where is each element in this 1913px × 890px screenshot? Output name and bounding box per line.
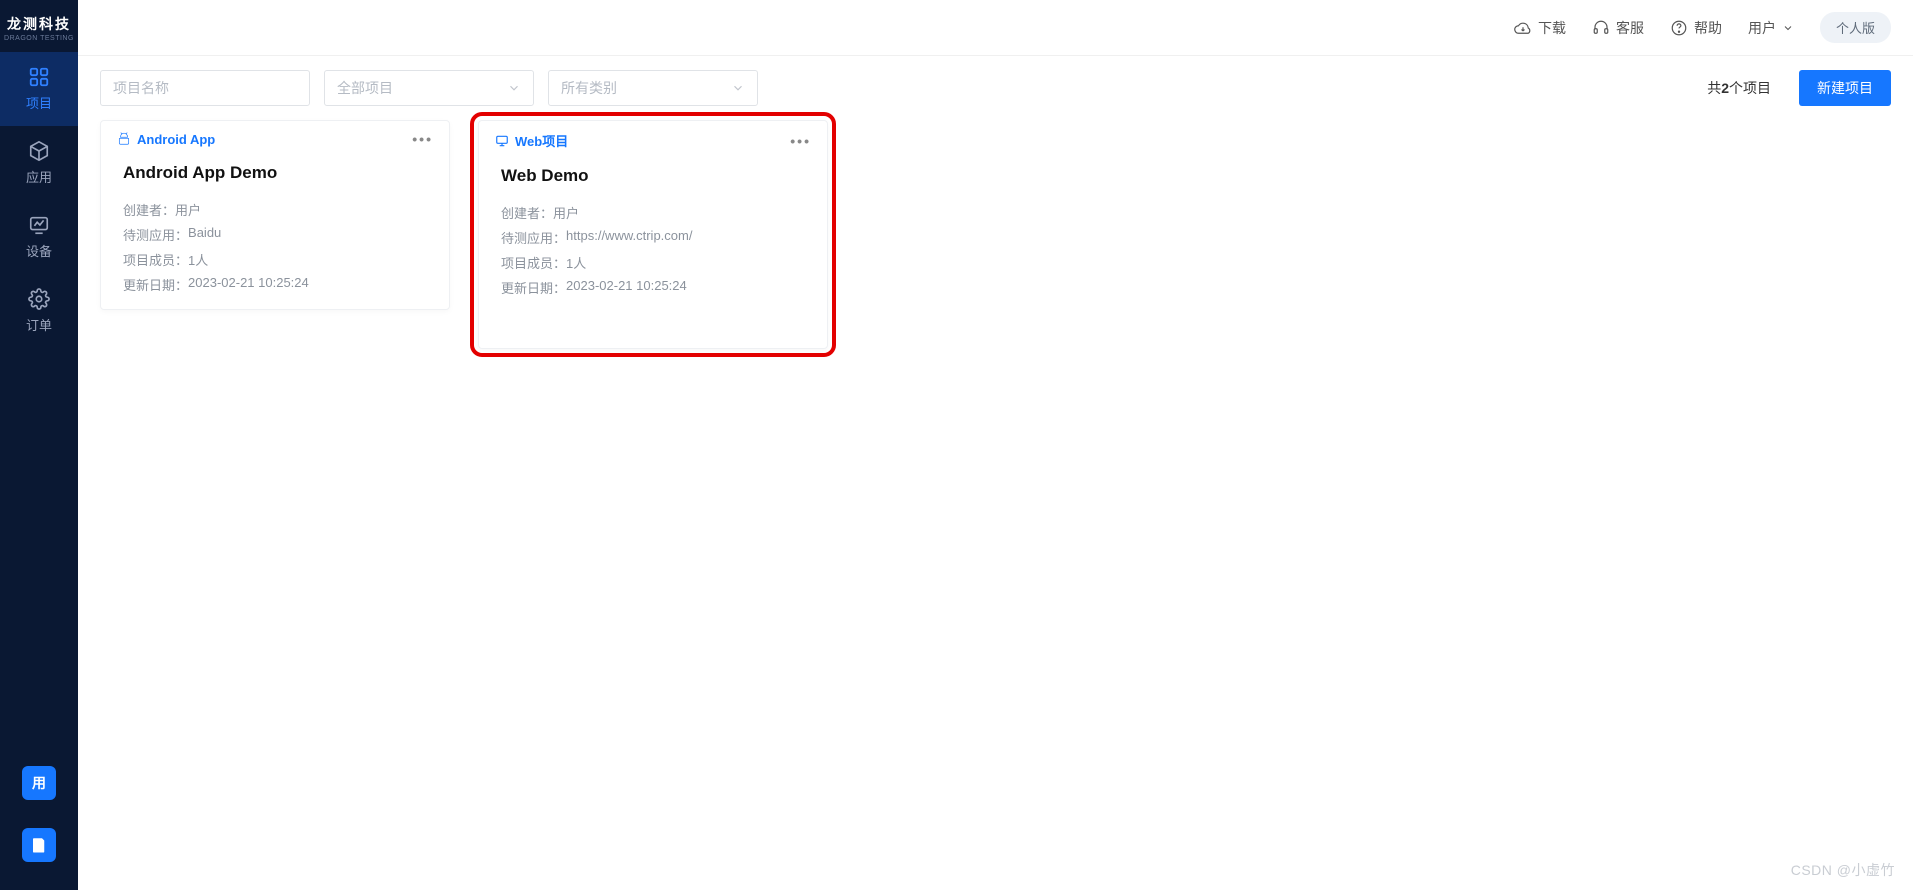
members-label: 项目成员 <box>123 250 188 269</box>
project-title: Android App Demo <box>101 155 449 197</box>
sidebar: 龙测科技 DRAGON TESTING 项目 应用 设备 订单 用 <box>0 0 78 890</box>
sidebar-item-label: 应用 <box>26 170 52 185</box>
count-value: 2 <box>1721 80 1729 96</box>
sidebar-item-apps[interactable]: 应用 <box>0 126 78 200</box>
header-user-label: 用户 <box>1748 18 1776 38</box>
project-card[interactable]: Web项目 ••• Web Demo 创建者用户 待测应用https://www… <box>478 120 828 349</box>
project-filter-value: 全部项目 <box>337 78 393 98</box>
header-help[interactable]: 帮助 <box>1670 18 1722 38</box>
search-input[interactable] <box>100 70 310 106</box>
watermark: CSDN @小虚竹 <box>1791 860 1895 880</box>
cards-container: Android App ••• Android App Demo 创建者用户 待… <box>78 120 1913 349</box>
creator-value: 用户 <box>553 203 579 222</box>
sidebar-item-devices[interactable]: 设备 <box>0 200 78 274</box>
header-help-label: 帮助 <box>1694 18 1722 38</box>
header-download[interactable]: 下载 <box>1514 18 1566 38</box>
sidebar-item-label: 项目 <box>26 96 52 111</box>
sidebar-item-projects[interactable]: 项目 <box>0 52 78 126</box>
project-title: Web Demo <box>479 158 827 200</box>
updated-value: 2023-02-21 10:25:24 <box>566 278 687 297</box>
target-app-value: https://www.ctrip.com/ <box>566 228 692 247</box>
project-filter-select[interactable]: 全部项目 <box>324 70 534 106</box>
target-app-label: 待测应用 <box>501 228 566 247</box>
chevron-down-icon <box>1782 22 1794 34</box>
toolbar: 全部项目 所有类别 共2个项目 新建项目 <box>78 56 1913 120</box>
card-more-button[interactable]: ••• <box>790 133 811 149</box>
members-value: 1人 <box>188 250 208 269</box>
chevron-down-icon <box>507 81 521 95</box>
notes-icon <box>30 836 48 854</box>
project-card[interactable]: Android App ••• Android App Demo 创建者用户 待… <box>100 120 450 310</box>
target-app-label: 待测应用 <box>123 225 188 244</box>
count-prefix: 共 <box>1707 80 1721 96</box>
help-icon <box>1670 19 1688 37</box>
version-label: 个人版 <box>1836 21 1875 36</box>
count-suffix: 个项目 <box>1729 80 1771 96</box>
user-badge-label: 用 <box>32 773 46 793</box>
sidebar-notes-button[interactable] <box>22 828 56 862</box>
brand-logo: 龙测科技 DRAGON TESTING <box>0 0 78 52</box>
main-area: 下载 客服 帮助 用户 个人版 全部项目 <box>78 0 1913 890</box>
brand-subtitle: DRAGON TESTING <box>0 35 78 42</box>
category-filter-value: 所有类别 <box>561 78 617 98</box>
grid-icon <box>28 66 50 88</box>
header-user-menu[interactable]: 用户 <box>1748 18 1794 38</box>
monitor-icon <box>495 134 509 148</box>
header-support[interactable]: 客服 <box>1592 18 1644 38</box>
version-pill[interactable]: 个人版 <box>1820 12 1891 43</box>
updated-label: 更新日期 <box>123 275 188 294</box>
chevron-down-icon <box>731 81 745 95</box>
sidebar-user-badge[interactable]: 用 <box>22 766 56 800</box>
project-count: 共2个项目 <box>1707 78 1771 98</box>
top-header: 下载 客服 帮助 用户 个人版 <box>78 0 1913 56</box>
new-project-button[interactable]: 新建项目 <box>1799 70 1891 106</box>
updated-value: 2023-02-21 10:25:24 <box>188 275 309 294</box>
sidebar-item-label: 订单 <box>26 318 52 333</box>
headset-icon <box>1592 19 1610 37</box>
brand-name: 龙测科技 <box>0 14 78 34</box>
project-type-label: Android App <box>137 132 215 147</box>
sidebar-item-orders[interactable]: 订单 <box>0 274 78 348</box>
members-label: 项目成员 <box>501 253 566 272</box>
card-more-button[interactable]: ••• <box>412 131 433 147</box>
category-filter-select[interactable]: 所有类别 <box>548 70 758 106</box>
android-icon <box>117 132 131 146</box>
header-download-label: 下载 <box>1538 18 1566 38</box>
cloud-download-icon <box>1514 19 1532 37</box>
header-support-label: 客服 <box>1616 18 1644 38</box>
creator-label: 创建者 <box>123 200 175 219</box>
monitor-icon <box>28 214 50 236</box>
creator-value: 用户 <box>175 200 201 219</box>
project-type-label: Web项目 <box>515 131 568 150</box>
cube-icon <box>28 140 50 162</box>
members-value: 1人 <box>566 253 586 272</box>
creator-label: 创建者 <box>501 203 553 222</box>
sidebar-item-label: 设备 <box>26 244 52 259</box>
updated-label: 更新日期 <box>501 278 566 297</box>
project-type-tag: Android App <box>117 132 245 147</box>
gear-icon <box>28 288 50 310</box>
project-type-tag: Web项目 <box>495 131 598 150</box>
target-app-value: Baidu <box>188 225 221 244</box>
